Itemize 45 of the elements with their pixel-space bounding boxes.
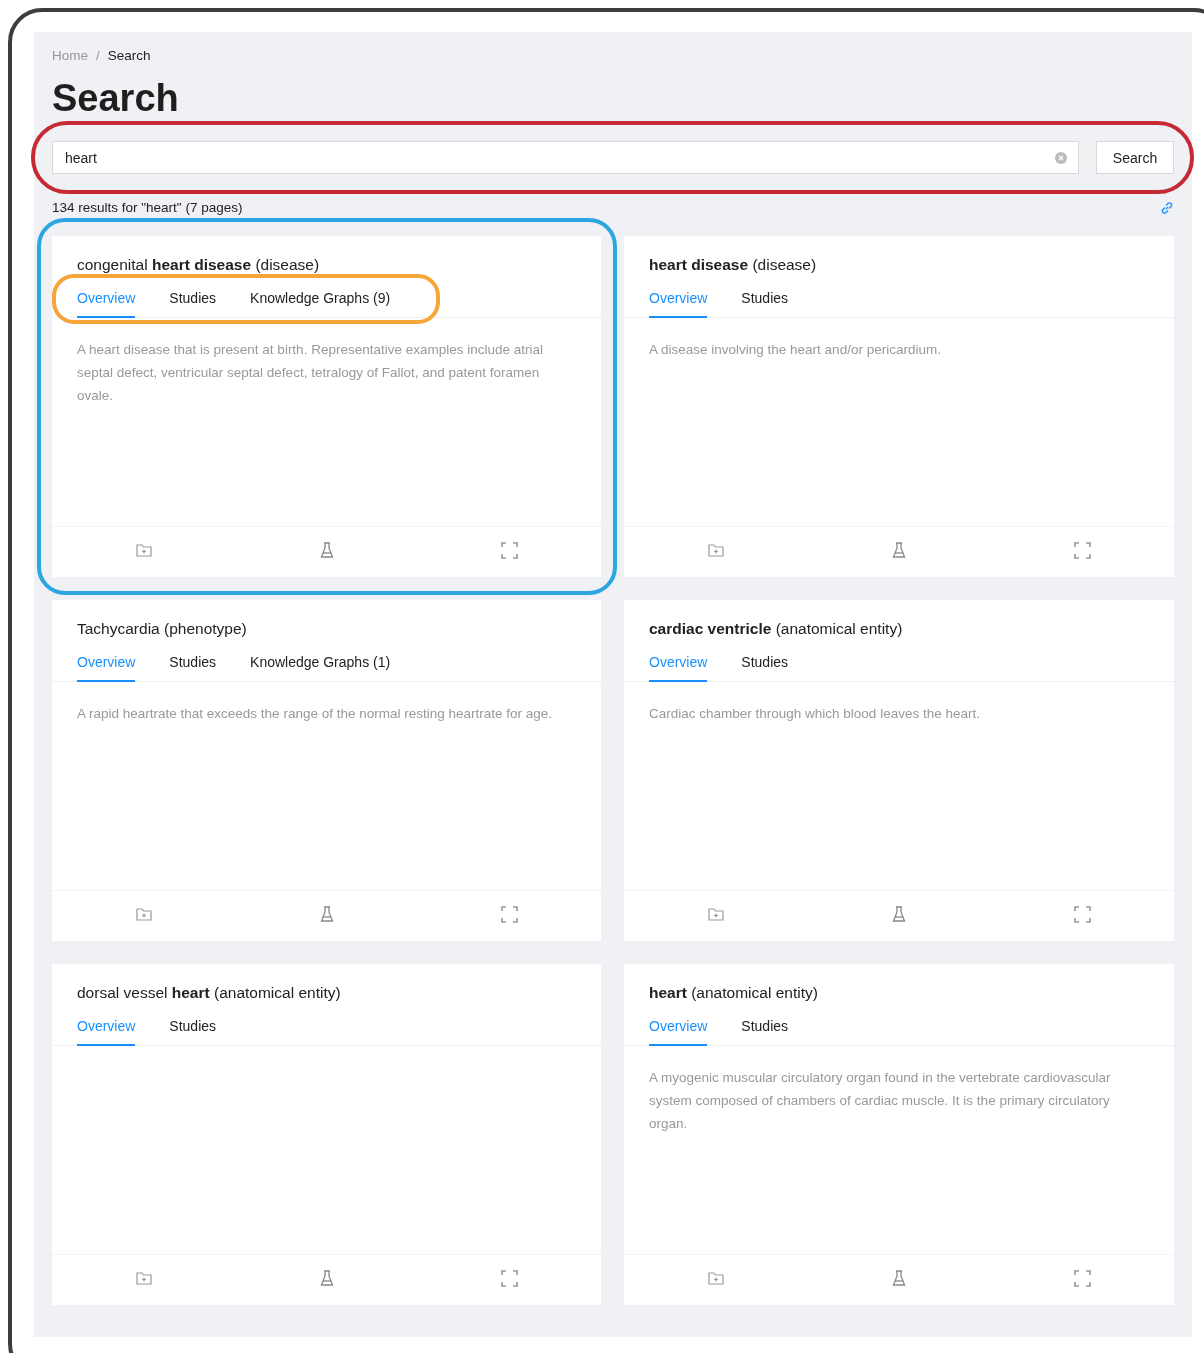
- card-title: dorsal vessel heart (anatomical entity): [76, 983, 342, 1002]
- card-title: congenital heart disease (disease): [76, 255, 321, 274]
- search-button[interactable]: Search: [1096, 141, 1174, 174]
- flask-icon[interactable]: [319, 1270, 334, 1286]
- folder-add-icon[interactable]: [135, 1271, 152, 1285]
- card-title: cardiac ventricle (anatomical entity): [648, 619, 904, 638]
- card-tab[interactable]: Studies: [169, 286, 217, 318]
- flask-icon[interactable]: [892, 1270, 906, 1286]
- clear-icon[interactable]: [1055, 152, 1067, 164]
- card-description: A myogenic muscular circulatory organ found in the vertebrate cardiovascular system composed of chambers of cardiac muscle. It is the primary circulatory organ.: [648, 1069, 1112, 1133]
- card-tab[interactable]: Studies: [169, 650, 217, 682]
- results-summary: 134 results for "heart" (7 pages): [52, 200, 243, 215]
- card-tab[interactable]: Studies: [741, 286, 789, 318]
- folder-add-icon[interactable]: [707, 543, 724, 557]
- expand-icon[interactable]: [501, 541, 518, 559]
- expand-icon[interactable]: [1073, 1269, 1091, 1287]
- folder-add-icon[interactable]: [135, 543, 152, 557]
- flask-icon[interactable]: [892, 542, 906, 558]
- card-description: Cardiac chamber through which blood leaves the heart.: [648, 705, 981, 723]
- link-icon[interactable]: [1160, 200, 1174, 215]
- card-tab[interactable]: Studies: [741, 650, 789, 682]
- expand-icon[interactable]: [501, 905, 518, 923]
- expand-icon[interactable]: [501, 1269, 518, 1287]
- search-field[interactable]: heart: [52, 141, 1079, 174]
- flask-icon[interactable]: [319, 906, 334, 922]
- card-tab[interactable]: Studies: [741, 1014, 789, 1046]
- card-title: heart disease (disease): [648, 255, 818, 274]
- card-description: A heart disease that is present at birth. Representative examples include atrial septal defect, ventricular septal defect, tetralogy of Fallot, and patent foramen ovale.: [76, 341, 544, 405]
- card-description: A rapid heartrate that exceeds the range of the normal resting heartrate for age.: [76, 705, 554, 723]
- card-title: heart (anatomical entity): [648, 983, 819, 1002]
- expand-icon[interactable]: [1073, 541, 1091, 559]
- breadcrumb-item: Search: [107, 48, 151, 63]
- folder-add-icon[interactable]: [707, 1271, 724, 1285]
- folder-add-icon[interactable]: [135, 907, 152, 921]
- expand-icon[interactable]: [1073, 905, 1091, 923]
- card-tab[interactable]: Knowledge Graphs (1): [250, 650, 391, 682]
- breadcrumb-separator: /: [96, 48, 100, 63]
- card-tab[interactable]: Knowledge Graphs (9): [250, 286, 391, 318]
- card-description: A disease involving the heart and/or pericardium.: [648, 341, 942, 359]
- flask-icon[interactable]: [319, 542, 334, 558]
- folder-add-icon[interactable]: [707, 907, 724, 921]
- flask-icon[interactable]: [892, 906, 906, 922]
- page-title: Search: [52, 77, 180, 120]
- card-title: Tachycardia (phenotype): [76, 619, 248, 638]
- card-tab[interactable]: Studies: [169, 1014, 217, 1046]
